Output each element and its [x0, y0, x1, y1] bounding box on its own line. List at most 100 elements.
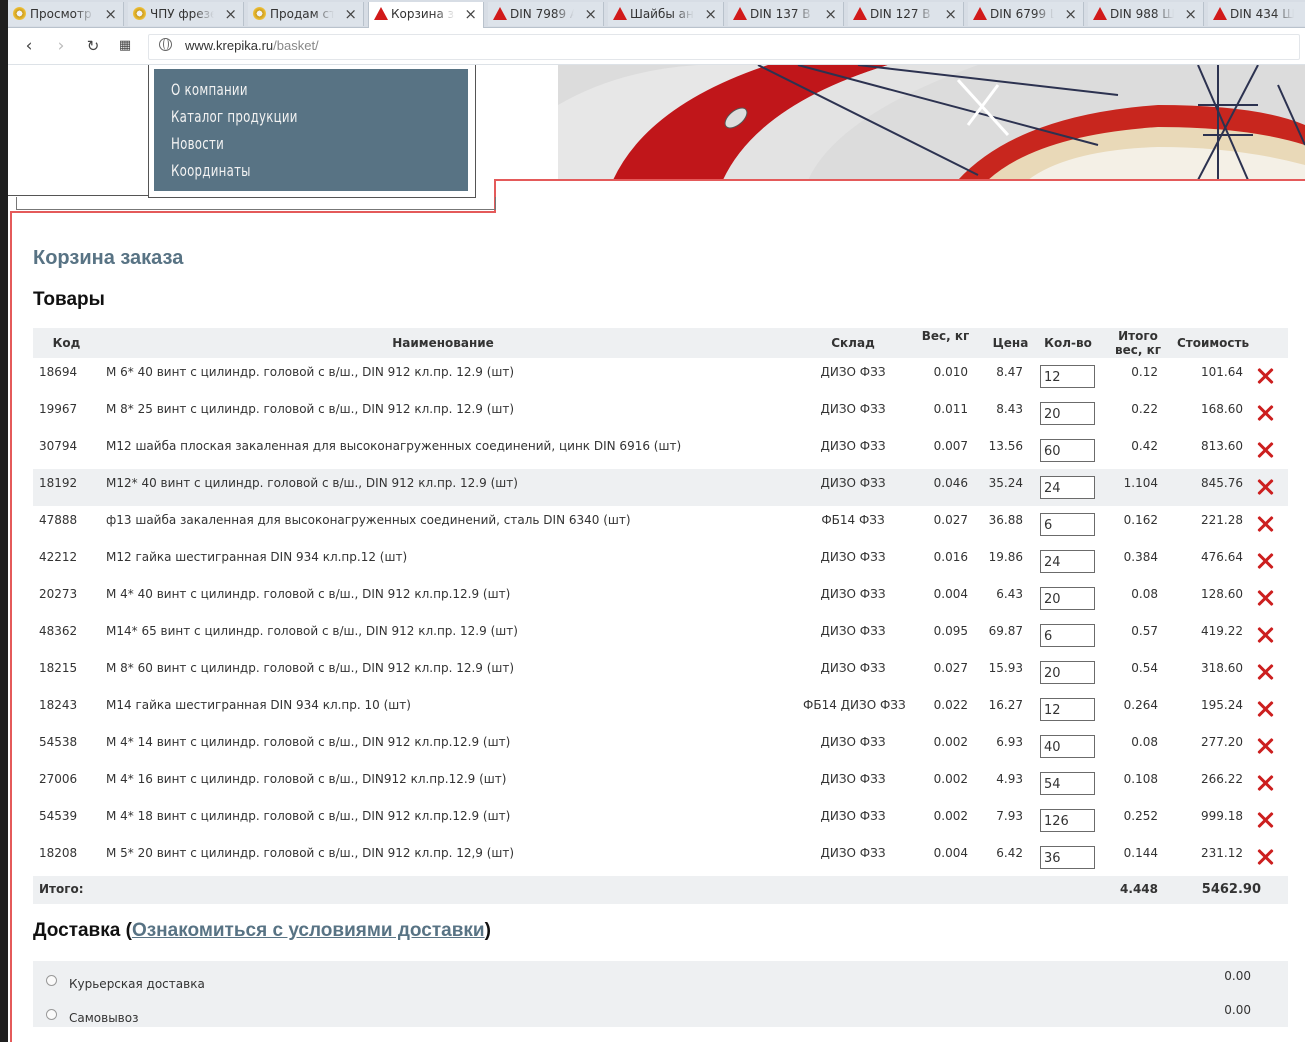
quantity-input[interactable]: 20 — [1040, 661, 1095, 684]
col-total-ves: Итого вес, кг — [1115, 329, 1161, 357]
delivery-option-label: Курьерская доставка — [69, 977, 205, 991]
forward-button[interactable]: › — [50, 35, 72, 57]
cell-code: 20273 — [39, 587, 78, 601]
delivery-heading-close: ) — [484, 920, 491, 941]
site-menu-item[interactable]: Координаты — [171, 161, 251, 180]
site-menu-item[interactable]: О компании — [171, 80, 248, 99]
browser-tab-title: DIN 137 В Ш — [750, 7, 814, 21]
url-path: /basket/ — [273, 38, 319, 53]
total-weight: 4.448 — [1120, 882, 1158, 896]
site-menu-item[interactable]: Новости — [171, 134, 224, 153]
cell-weight: 0.002 — [933, 809, 968, 823]
close-tab-icon[interactable]: × — [104, 2, 117, 26]
cell-code: 18694 — [39, 365, 78, 379]
quantity-input[interactable]: 20 — [1040, 587, 1095, 610]
cell-sklad: ДИЗО ФЗЗ — [820, 846, 886, 860]
quantity-input[interactable]: 36 — [1040, 846, 1095, 869]
close-tab-icon[interactable]: × — [344, 2, 357, 26]
content-border — [10, 211, 12, 1042]
delete-icon[interactable] — [1256, 736, 1274, 754]
quantity-input[interactable]: 20 — [1040, 402, 1095, 425]
delete-icon[interactable] — [1256, 588, 1274, 606]
table-row: 54538 М 4* 14 винт с цилиндр. головой с в… — [33, 728, 1288, 765]
quantity-input[interactable]: 12 — [1040, 365, 1095, 388]
delete-icon[interactable] — [1256, 847, 1274, 865]
delete-icon[interactable] — [1256, 514, 1274, 532]
close-tab-icon[interactable]: × — [464, 2, 477, 26]
delete-icon[interactable] — [1256, 662, 1274, 680]
close-tab-icon[interactable]: × — [224, 2, 237, 26]
quantity-input[interactable]: 6 — [1040, 624, 1095, 647]
cell-name: М 4* 40 винт с цилиндр. головой с в/ш., … — [106, 587, 511, 601]
reload-button[interactable]: ↻ — [82, 35, 104, 57]
tabs-grid-button[interactable]: ▦ — [114, 35, 136, 57]
quantity-input[interactable]: 60 — [1040, 439, 1095, 462]
delete-icon[interactable] — [1256, 366, 1274, 384]
url-host: www.krepika.ru — [185, 38, 274, 53]
cell-sklad: ДИЗО ФЗЗ — [820, 476, 886, 490]
url-text[interactable]: www.krepika.ru/basket/ — [185, 38, 319, 53]
quantity-input[interactable]: 24 — [1040, 550, 1095, 573]
page-title: Корзина заказа — [33, 247, 184, 269]
delivery-radio[interactable] — [46, 975, 57, 986]
cell-cost: 231.12 — [1201, 846, 1243, 860]
table-row: 18243 М14 гайка шестигранная DIN 934 кл.п… — [33, 691, 1288, 728]
cell-name: М 4* 18 винт с цилиндр. головой с в/ш., … — [106, 809, 511, 823]
browser-tab[interactable]: Продам ста × — [248, 2, 364, 26]
close-tab-icon[interactable]: × — [704, 2, 717, 26]
delete-icon[interactable] — [1256, 773, 1274, 791]
col-cost: Стоимость — [1176, 336, 1250, 350]
quantity-input[interactable]: 40 — [1040, 735, 1095, 758]
col-qty: Кол-во — [1044, 336, 1092, 350]
site-menu-item[interactable]: Каталог продукции — [171, 107, 298, 126]
url-field[interactable] — [148, 34, 1300, 60]
cell-sklad: ДИЗО ФЗЗ — [820, 624, 886, 638]
delivery-option[interactable]: Курьерская доставка 0.00 — [33, 969, 1288, 1005]
browser-tab[interactable]: Корзина зак × — [368, 2, 484, 28]
delivery-radio[interactable] — [46, 1009, 57, 1020]
browser-tab[interactable]: DIN 434 Ша× — [1208, 2, 1305, 26]
delete-icon[interactable] — [1256, 477, 1274, 495]
cell-sklad: ДИЗО ФЗЗ — [820, 550, 886, 564]
delivery-heading: Доставка (Ознакомиться с условиями доста… — [33, 920, 491, 942]
quantity-input[interactable]: 6 — [1040, 513, 1095, 536]
browser-tab[interactable]: ЧПУ фрезер × — [128, 2, 244, 26]
browser-tab[interactable]: DIN 988 Ша × — [1088, 2, 1204, 26]
left-edge-strip — [0, 0, 8, 1042]
back-button[interactable]: ‹ — [18, 35, 40, 57]
delete-icon[interactable] — [1256, 551, 1274, 569]
delete-icon[interactable] — [1256, 625, 1274, 643]
table-row: 42212 М12 гайка шестигранная DIN 934 кл.п… — [33, 543, 1288, 580]
delete-icon[interactable] — [1256, 440, 1274, 458]
delivery-option[interactable]: Самовывоз 0.00 — [33, 1003, 1288, 1039]
browser-tab[interactable]: Просмотр ф × — [8, 2, 124, 26]
close-tab-icon[interactable]: × — [944, 2, 957, 26]
cell-total-weight: 0.264 — [1123, 698, 1158, 712]
delete-icon[interactable] — [1256, 699, 1274, 717]
cell-price: 8.47 — [996, 365, 1023, 379]
close-tab-icon[interactable]: × — [1064, 2, 1077, 26]
cell-cost: 195.24 — [1201, 698, 1243, 712]
red-triangle-icon — [1213, 7, 1227, 20]
cell-code: 42212 — [39, 550, 78, 564]
close-tab-icon[interactable]: × — [584, 2, 597, 26]
browser-tab[interactable]: DIN 137 В Ш × — [728, 2, 844, 26]
quantity-input[interactable]: 54 — [1040, 772, 1095, 795]
cell-code: 18243 — [39, 698, 78, 712]
delete-icon[interactable] — [1256, 810, 1274, 828]
quantity-input[interactable]: 126 — [1040, 809, 1095, 832]
red-triangle-icon — [1093, 7, 1107, 20]
red-triangle-icon — [733, 7, 747, 20]
delivery-terms-link[interactable]: Ознакомиться с условиями доставки — [132, 920, 485, 941]
cell-name: М 5* 20 винт с цилиндр. головой с в/ш., … — [106, 846, 515, 860]
close-tab-icon[interactable]: × — [1184, 2, 1197, 26]
quantity-input[interactable]: 24 — [1040, 476, 1095, 499]
browser-tab[interactable]: DIN 127 В Ш × — [848, 2, 964, 26]
close-tab-icon[interactable]: × — [824, 2, 837, 26]
delete-icon[interactable] — [1256, 403, 1274, 421]
browser-tab[interactable]: DIN 6799 Ш × — [968, 2, 1084, 26]
browser-tab[interactable]: Шайбы анти × — [608, 2, 724, 26]
cell-cost: 277.20 — [1201, 735, 1243, 749]
browser-tab[interactable]: DIN 7989 А × — [488, 2, 604, 26]
quantity-input[interactable]: 12 — [1040, 698, 1095, 721]
